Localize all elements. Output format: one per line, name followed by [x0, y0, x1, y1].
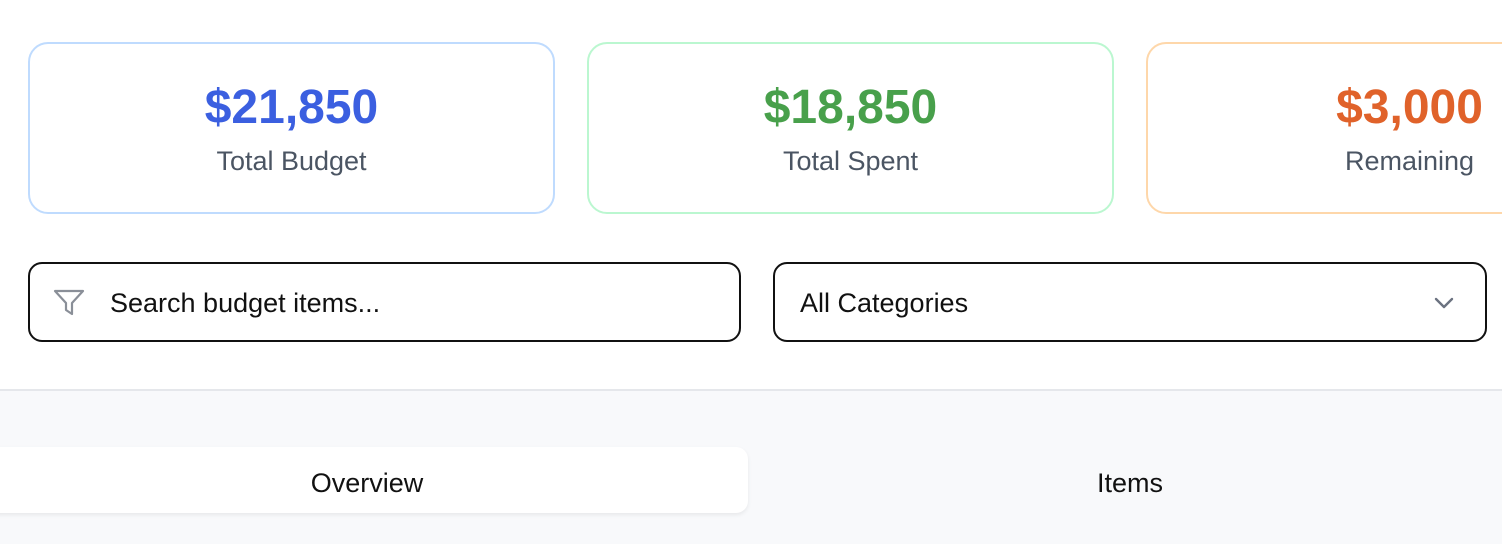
remaining-card: $3,000 Remaining [1146, 42, 1502, 214]
search-placeholder: Search budget items... [110, 288, 381, 318]
total-spent-value: $18,850 [763, 81, 938, 134]
search-input[interactable]: Search budget items... [28, 262, 741, 342]
tab-overview-label[interactable]: Overview [0, 466, 734, 500]
budget-page: $21,850 Total Budget $18,850 Total Spent… [0, 0, 1502, 544]
chevron-down-icon [1431, 292, 1457, 314]
total-spent-label: Total Spent [782, 146, 919, 176]
total-budget-card: $21,850 Total Budget [28, 42, 555, 214]
remaining-value: $3,000 [1336, 81, 1483, 134]
category-select-value: All Categories [800, 288, 969, 318]
total-budget-label: Total Budget [216, 146, 367, 176]
category-select[interactable]: All Categories [773, 262, 1487, 342]
tab-items[interactable]: Items [750, 466, 1502, 500]
filter-icon [52, 288, 86, 318]
remaining-label: Remaining [1344, 146, 1475, 176]
total-budget-value: $21,850 [204, 81, 379, 134]
tabs-bar: Overview Items [0, 389, 1502, 544]
total-spent-card: $18,850 Total Spent [587, 42, 1114, 214]
